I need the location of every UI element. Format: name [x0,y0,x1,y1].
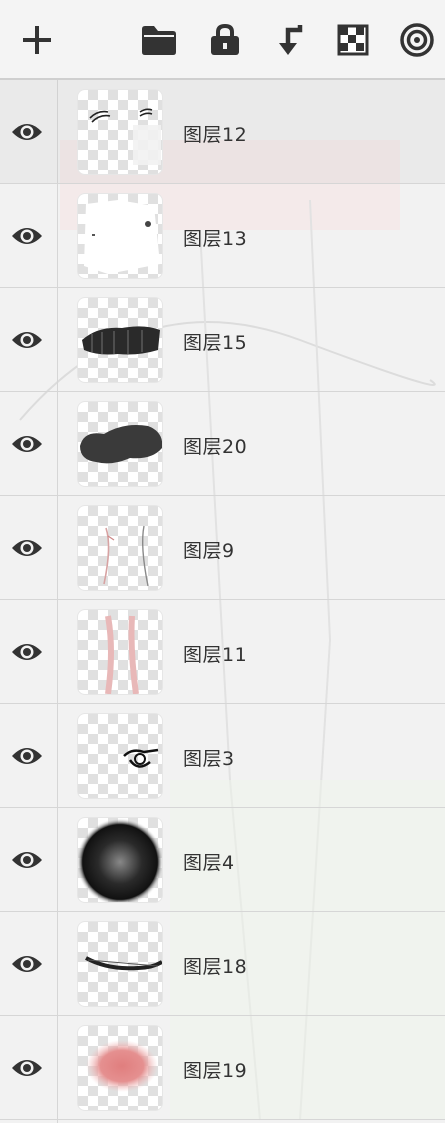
layer-toolbar [0,0,445,80]
eye-icon [12,956,42,972]
transparency-button[interactable] [333,20,373,60]
layer-name[interactable]: 图层9 [183,536,235,563]
eye-icon [12,124,42,140]
layer-name[interactable]: 图层11 [183,640,247,667]
checkerboard-icon [337,24,369,56]
eye-icon [12,1060,42,1076]
layer-row[interactable]: 图层18 [0,912,445,1016]
visibility-toggle[interactable] [9,1054,45,1082]
layer-thumbnail[interactable] [78,1026,162,1110]
visibility-toggle[interactable] [9,950,45,978]
layer-row[interactable]: 图层15 [0,288,445,392]
target-button[interactable] [397,20,437,60]
thumbnail-preview [80,425,162,464]
visibility-toggle[interactable] [9,326,45,354]
visibility-toggle[interactable] [9,742,45,770]
layer-name[interactable]: 图层15 [183,328,247,355]
thumbnail-preview [85,956,162,971]
thumbnail-preview [105,615,139,694]
visibility-toggle[interactable] [9,430,45,458]
visibility-toggle[interactable] [9,118,45,146]
target-icon [400,23,434,57]
folder-button[interactable] [139,20,179,60]
layer-thumbnail[interactable] [78,298,162,382]
arrow-down-left-icon [279,25,303,55]
layer-row[interactable]: 图层13 [0,184,445,288]
visibility-toggle[interactable] [9,534,45,562]
eye-icon [12,852,42,868]
eye-icon [12,644,42,660]
lock-button[interactable] [205,20,245,60]
layer-thumbnail[interactable] [78,90,162,174]
layer-row[interactable]: 图层3 [0,704,445,808]
layer-name[interactable]: 图层4 [183,848,235,875]
eye-icon [12,228,42,244]
layer-thumbnail[interactable] [78,506,162,590]
eye-icon [12,436,42,452]
eye-icon [12,748,42,764]
layer-list: 图层12 图层13 图层15 图层20 图层9 图层11 图层3 图层4 图层18 图层19 [0,80,445,1123]
layer-name[interactable]: 图层18 [183,952,247,979]
lock-icon [211,23,239,55]
layer-row[interactable]: 图层12 [0,80,445,184]
layer-name[interactable]: 图层20 [183,432,247,459]
eye-icon [12,540,42,556]
thumbnail-preview [82,326,160,355]
visibility-toggle[interactable] [9,638,45,666]
thumbnail-preview [103,525,149,587]
merge-down-button[interactable] [269,20,309,60]
thumbnail-preview [123,748,159,768]
layer-name[interactable]: 图层3 [183,744,235,771]
thumbnail-preview [86,1040,158,1092]
layer-row[interactable]: 图层19 [0,1016,445,1120]
layer-thumbnail[interactable] [78,714,162,798]
layer-row[interactable]: 图层4 [0,808,445,912]
thumbnail-preview [89,108,161,165]
layer-name[interactable]: 图层19 [183,1056,247,1083]
visibility-toggle[interactable] [9,846,45,874]
layer-thumbnail[interactable] [78,922,162,1006]
layer-thumbnail[interactable] [78,818,162,902]
layer-row[interactable]: 图层11 [0,600,445,704]
layer-name[interactable]: 图层13 [183,224,247,251]
layer-name[interactable]: 图层12 [183,120,247,147]
layer-row[interactable]: 图层9 [0,496,445,600]
thumbnail-preview [78,818,162,902]
layer-thumbnail[interactable] [78,194,162,278]
visibility-toggle[interactable] [9,222,45,250]
plus-icon [23,26,51,54]
thumbnail-preview [84,200,160,274]
layer-row[interactable]: 图层20 [0,392,445,496]
eye-icon [12,332,42,348]
layer-thumbnail[interactable] [78,610,162,694]
folder-icon [142,26,176,55]
add-layer-button[interactable] [17,20,57,60]
layer-thumbnail[interactable] [78,402,162,486]
